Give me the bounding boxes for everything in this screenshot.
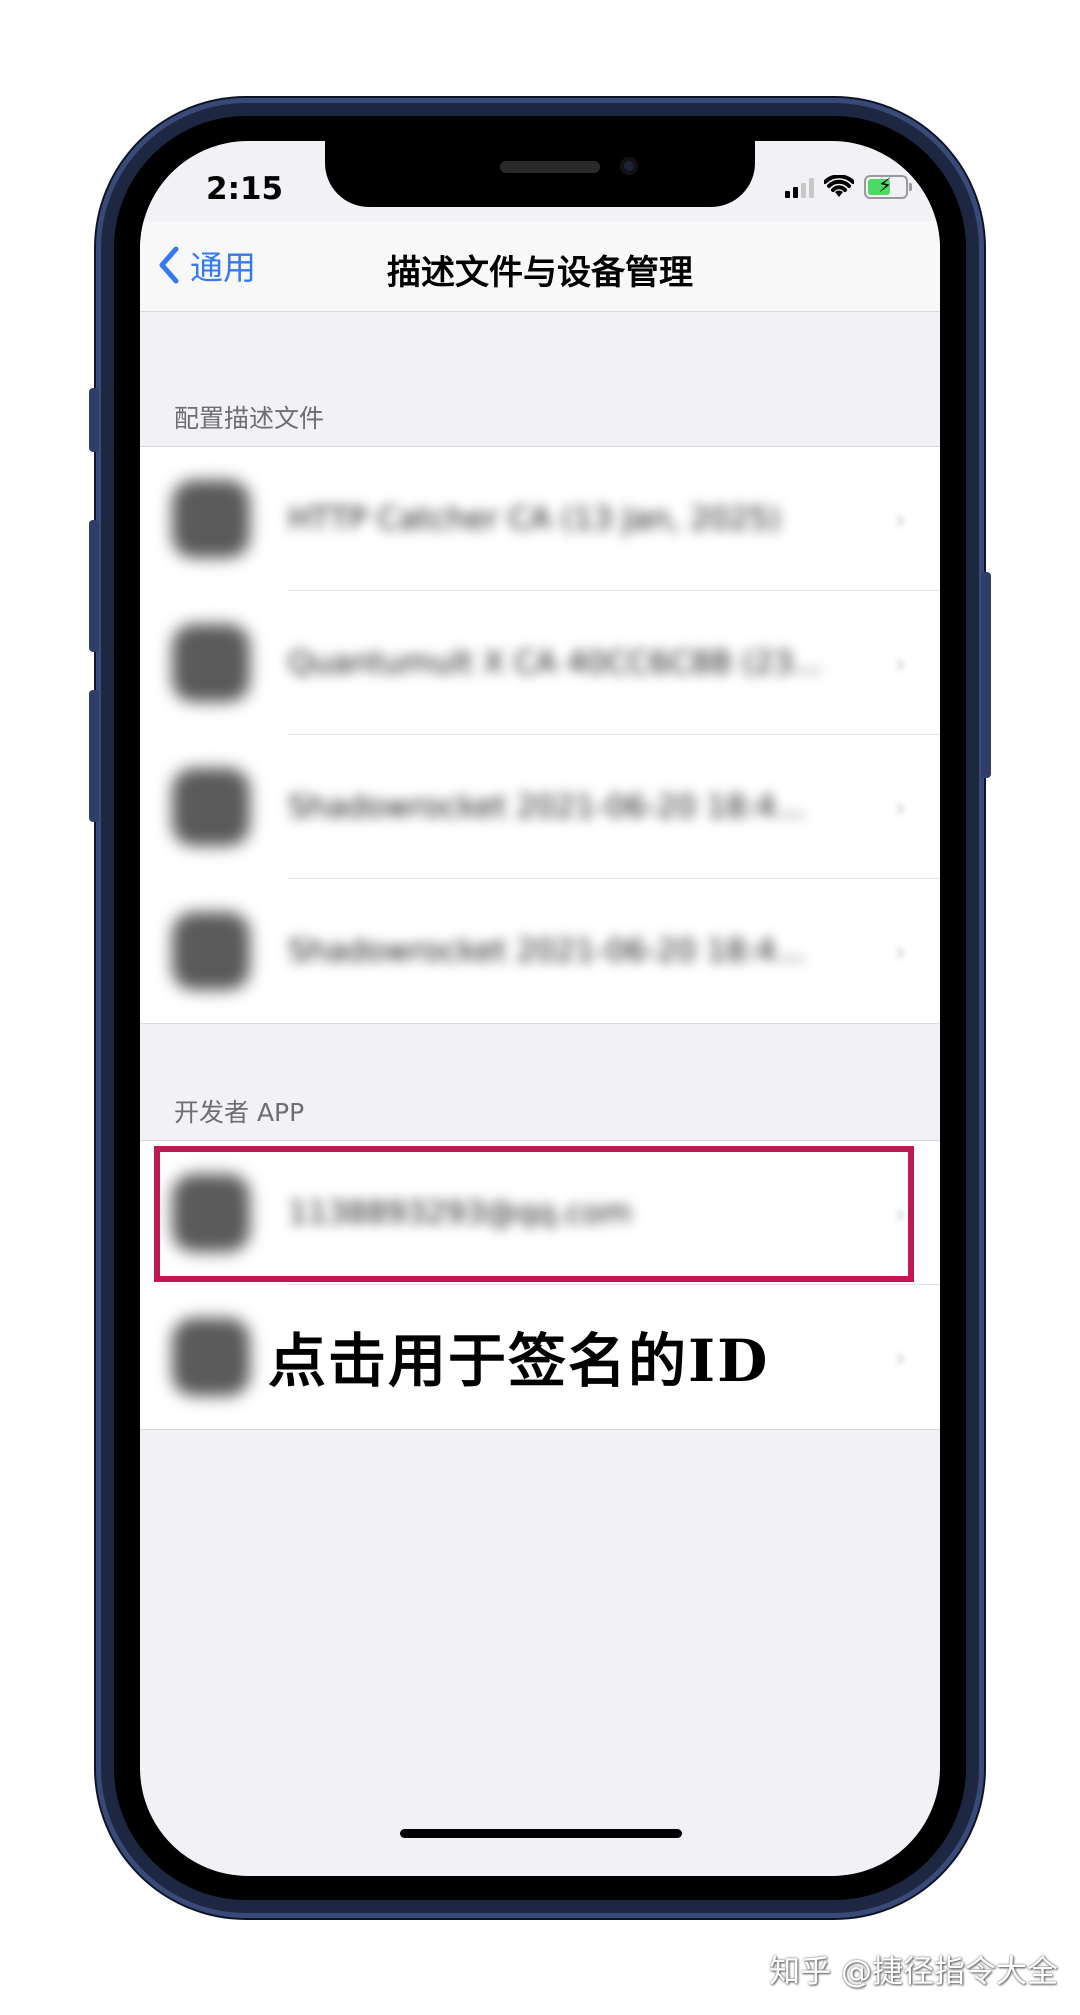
volume-up-button	[89, 520, 99, 652]
chevron-right-icon: ›	[894, 934, 906, 968]
home-indicator[interactable]	[400, 1829, 682, 1838]
chevron-right-icon: ›	[894, 646, 906, 680]
status-icons: ⚡	[785, 175, 912, 199]
navigation-bar: 通用 描述文件与设备管理	[140, 221, 940, 312]
profile-icon	[172, 480, 250, 558]
list-item-label: Shadowrocket 2021-06-20 18:4...	[288, 933, 806, 969]
list-item[interactable]: Shadowrocket 2021-06-20 18:4... ›	[140, 735, 940, 879]
power-button	[981, 572, 991, 778]
profile-icon	[172, 912, 250, 990]
profile-icon	[172, 624, 250, 702]
highlight-box	[154, 1146, 914, 1282]
list-item[interactable]: Shadowrocket 2021-06-20 18:4... ›	[140, 879, 940, 1023]
mute-switch	[89, 388, 99, 452]
signal-icon	[785, 176, 814, 198]
battery-charging-icon: ⚡	[864, 175, 912, 199]
list-item-label: Shadowrocket 2021-06-20 18:4...	[288, 789, 806, 825]
phone-screen: 2:15 ⚡ 通用 描述文件与设备管理 配置描述文件 HTTP Catcher …	[140, 141, 940, 1876]
list-item[interactable]: Quantumult X CA 40CC6C8B (23... ›	[140, 591, 940, 735]
chevron-right-icon: ›	[894, 790, 906, 824]
volume-down-button	[89, 690, 99, 822]
list-item[interactable]: HTTP Catcher CA (13 Jan, 2025) ›	[140, 447, 940, 591]
annotation-caption: 点击用于签名的ID	[268, 1327, 770, 1395]
profile-icon	[172, 768, 250, 846]
earpiece-speaker	[500, 161, 600, 173]
developer-icon	[172, 1318, 250, 1396]
profiles-list: HTTP Catcher CA (13 Jan, 2025) › Quantum…	[140, 446, 940, 1024]
status-time: 2:15	[206, 171, 284, 207]
front-camera	[620, 157, 638, 175]
notch	[325, 141, 755, 207]
page-title: 描述文件与设备管理	[387, 253, 693, 293]
list-item-label: Quantumult X CA 40CC6C8B (23...	[288, 645, 823, 681]
list-item-label: HTTP Catcher CA (13 Jan, 2025)	[288, 501, 781, 537]
section-header-developer-app: 开发者 APP	[174, 1098, 305, 1127]
watermark: 知乎 @捷径指令大全	[769, 1954, 1058, 1990]
chevron-right-icon: ›	[894, 1340, 906, 1374]
wifi-icon	[824, 175, 854, 197]
chevron-right-icon: ›	[894, 502, 906, 536]
section-header-profiles: 配置描述文件	[174, 404, 325, 433]
